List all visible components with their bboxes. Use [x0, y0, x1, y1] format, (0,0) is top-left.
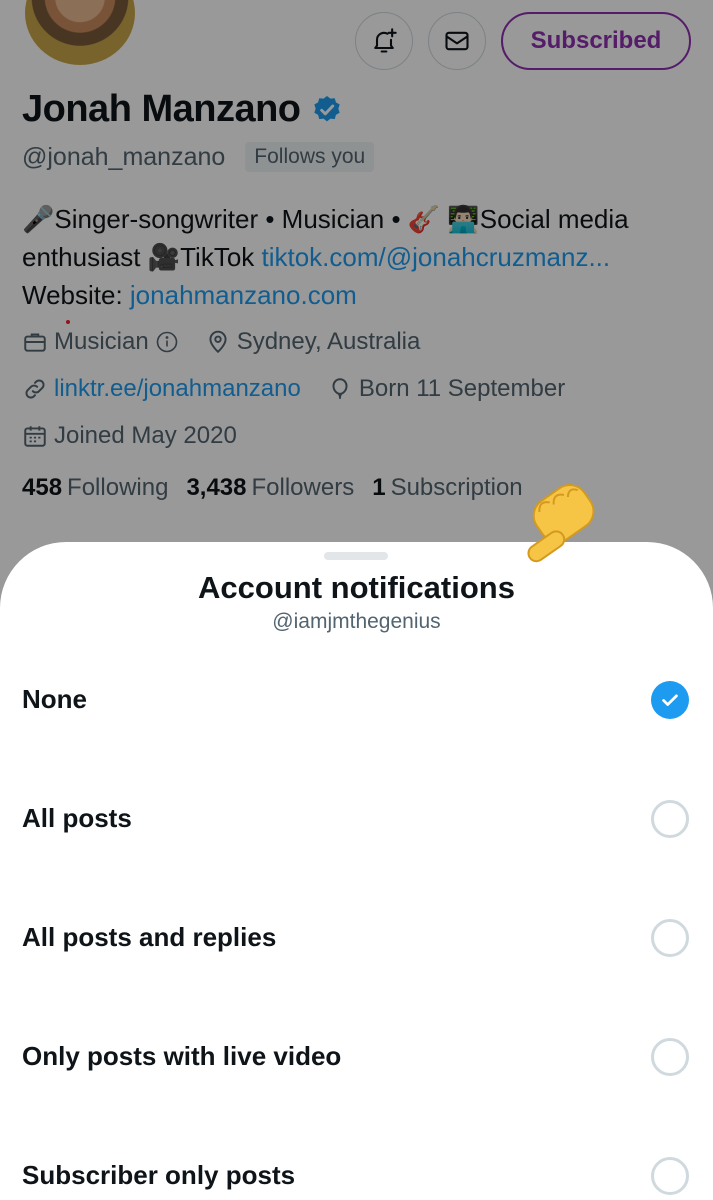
checkmark-icon — [662, 694, 678, 706]
option-label: All posts and replies — [22, 922, 277, 952]
sheet-subtitle: @iamjmthegenius — [272, 610, 441, 633]
radio-unchecked[interactable] — [651, 918, 689, 957]
option-all-posts-and-replies[interactable]: All posts and replies — [0, 878, 713, 997]
radio-unchecked[interactable] — [651, 1156, 689, 1195]
radio-unchecked[interactable] — [651, 799, 689, 838]
account-notifications-sheet: Account notifications @iamjmthegenius No… — [0, 542, 713, 1200]
option-none[interactable]: None — [0, 640, 713, 759]
sheet-grabber[interactable] — [324, 552, 388, 560]
radio-unchecked[interactable] — [651, 1037, 689, 1076]
option-subscriber-only[interactable]: Subscriber only posts — [0, 1116, 713, 1200]
option-live-video[interactable]: Only posts with live video — [0, 997, 713, 1116]
pointing-hand-emoji — [527, 484, 595, 563]
option-label: None — [22, 684, 87, 714]
option-all-posts[interactable]: All posts — [0, 759, 713, 878]
option-label: All posts — [22, 803, 132, 833]
radio-checked[interactable] — [651, 680, 689, 719]
option-label: Only posts with live video — [22, 1041, 342, 1071]
option-label: Subscriber only posts — [22, 1160, 296, 1190]
